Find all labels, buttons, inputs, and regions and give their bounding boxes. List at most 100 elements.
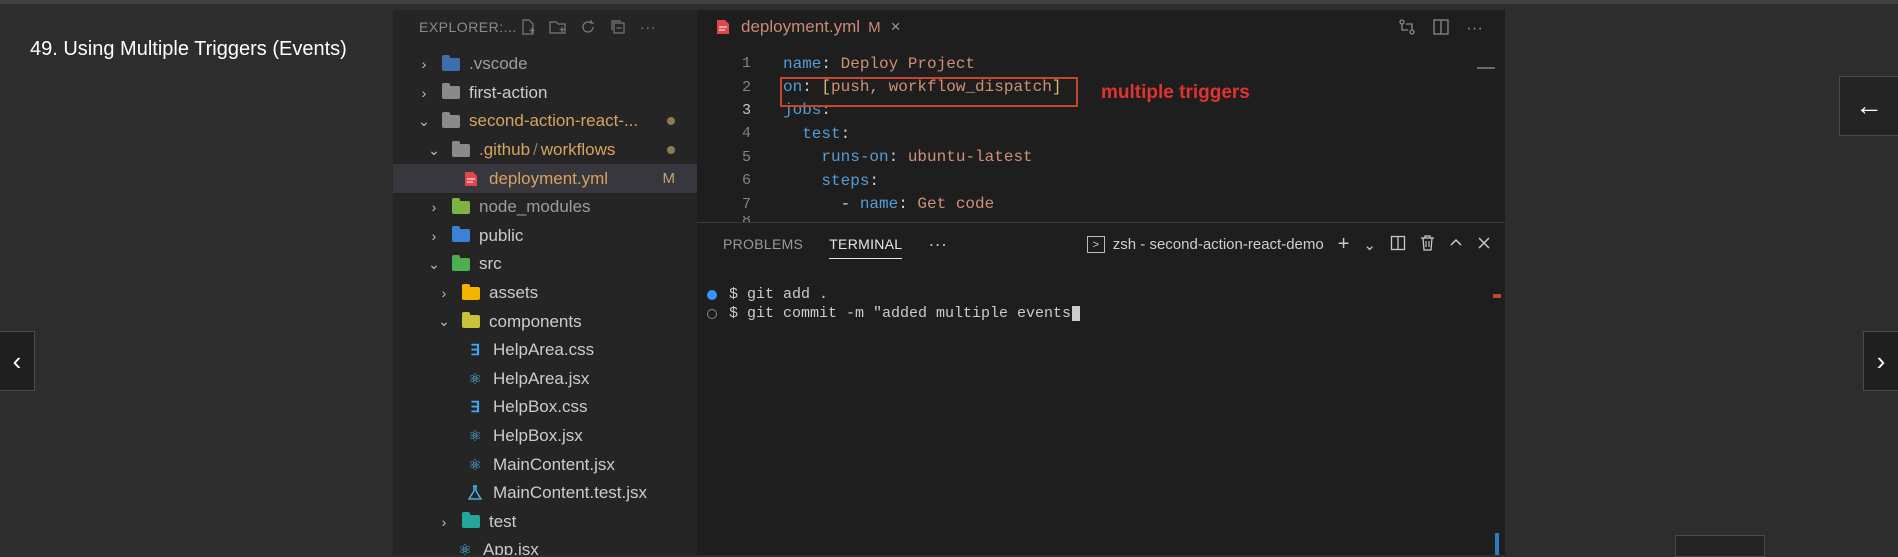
modified-dot-icon bbox=[667, 117, 675, 126]
chevron-right-icon: › bbox=[441, 285, 447, 302]
trash-icon[interactable] bbox=[1420, 234, 1435, 255]
tree-item-assets[interactable]: › assets bbox=[393, 279, 697, 308]
tree-item-src[interactable]: ⌄ src bbox=[393, 250, 697, 279]
tree-label: public bbox=[479, 225, 524, 245]
tree-item-help-box-jsx[interactable]: ⚛ HelpBox.jsx bbox=[393, 422, 697, 451]
tree-item-first-action[interactable]: › first-action bbox=[393, 79, 697, 108]
tree-item-help-area-jsx[interactable]: ⚛ HelpArea.jsx bbox=[393, 365, 697, 394]
scrollbar-thumb[interactable] bbox=[1495, 533, 1499, 555]
tree-label: MainContent.jsx bbox=[493, 454, 615, 474]
folder-open-icon bbox=[441, 111, 461, 129]
collapse-all-icon[interactable] bbox=[609, 18, 627, 36]
line-number: 3 bbox=[741, 101, 751, 119]
terminal-line: $ git commit -m "added multiple events bbox=[707, 304, 1081, 323]
tree-label: .github bbox=[479, 140, 531, 160]
new-folder-icon[interactable] bbox=[549, 18, 567, 36]
close-panel-icon[interactable] bbox=[1477, 236, 1491, 254]
highlight-box bbox=[780, 77, 1078, 107]
tree-item-help-area-css[interactable]: ∃ HelpArea.css bbox=[393, 336, 697, 365]
terminal-icon: > bbox=[1086, 236, 1105, 253]
tree-label: App.jsx bbox=[483, 540, 539, 555]
tree-item-github-workflows[interactable]: ⌄ .github / workflows bbox=[393, 136, 697, 165]
chevron-down-icon: ⌄ bbox=[418, 112, 430, 129]
tab-deployment-yml[interactable]: deployment.yml M × bbox=[697, 10, 901, 44]
tree-item-help-box-css[interactable]: ∃ HelpBox.css bbox=[393, 393, 697, 422]
maximize-panel-icon[interactable] bbox=[1449, 236, 1463, 254]
tree-item-app-jsx[interactable]: ⚛ App.jsx bbox=[393, 536, 697, 555]
terminal-selector[interactable]: > zsh - second-action-react-demo bbox=[1086, 236, 1324, 253]
vscode-folder-icon bbox=[441, 54, 461, 72]
code-line: 4 test: bbox=[697, 122, 1505, 145]
tree-item-public[interactable]: › public bbox=[393, 222, 697, 251]
panel-actions: > zsh - second-action-react-demo + ⌄ bbox=[1086, 233, 1491, 256]
yaml-key: name bbox=[783, 54, 822, 73]
tree-label: assets bbox=[489, 283, 539, 303]
chevron-right-icon: › bbox=[441, 513, 447, 530]
chevron-down-icon: ⌄ bbox=[428, 255, 440, 272]
yaml-value: ubuntu-latest bbox=[907, 148, 1033, 167]
compare-changes-icon[interactable] bbox=[1398, 18, 1416, 41]
chevron-left-icon: ‹ bbox=[12, 345, 22, 376]
terminal-output[interactable]: $ git add . $ git commit -m "added multi… bbox=[707, 285, 1081, 323]
new-terminal-icon[interactable]: + bbox=[1338, 233, 1350, 256]
tree-item-node-modules[interactable]: › node_modules bbox=[393, 193, 697, 222]
tab-modified-badge: M bbox=[868, 18, 881, 36]
yaml-file-icon bbox=[713, 19, 733, 35]
tree-label: workflows bbox=[540, 140, 616, 160]
yaml-key: test bbox=[802, 124, 841, 143]
tree-label: HelpBox.jsx bbox=[493, 426, 583, 446]
public-folder-icon bbox=[451, 226, 471, 244]
path-separator: / bbox=[533, 140, 538, 160]
tree-item-main-content-jsx[interactable]: ⚛ MainContent.jsx bbox=[393, 450, 697, 479]
annotation-label: multiple triggers bbox=[1101, 82, 1250, 103]
editor-actions: ··· bbox=[1398, 18, 1483, 41]
next-lecture-button[interactable]: › bbox=[1863, 331, 1898, 391]
tree-label: components bbox=[489, 311, 582, 331]
github-folder-icon bbox=[451, 140, 471, 158]
chevron-right-icon: › bbox=[431, 199, 437, 216]
top-divider bbox=[0, 0, 1898, 4]
yaml-value: Deploy Project bbox=[840, 54, 976, 73]
test-folder-icon bbox=[461, 512, 481, 530]
tree-label: deployment.yml bbox=[489, 168, 609, 188]
close-icon[interactable]: × bbox=[891, 17, 901, 37]
chevron-down-icon[interactable]: ⌄ bbox=[1363, 236, 1376, 254]
tab-terminal[interactable]: TERMINAL bbox=[829, 230, 903, 259]
terminal-text: $ git commit -m "added multiple events bbox=[729, 305, 1072, 322]
split-editor-icon[interactable] bbox=[1432, 18, 1450, 41]
previous-lecture-button[interactable]: ‹ bbox=[0, 331, 35, 391]
tree-label: src bbox=[479, 254, 502, 274]
refresh-icon[interactable] bbox=[579, 18, 597, 36]
tree-item-components[interactable]: ⌄ components bbox=[393, 307, 697, 336]
new-file-icon[interactable] bbox=[519, 18, 537, 36]
chevron-right-icon: › bbox=[421, 84, 427, 101]
more-tabs-icon[interactable]: ··· bbox=[928, 234, 947, 255]
command-status-dot-icon bbox=[707, 289, 717, 300]
more-actions-icon[interactable]: ··· bbox=[639, 18, 657, 36]
overlay-button-stub[interactable] bbox=[1675, 535, 1765, 557]
tab-problems[interactable]: PROBLEMS bbox=[723, 236, 803, 252]
back-button[interactable]: ← bbox=[1839, 76, 1898, 136]
css-file-icon: ∃ bbox=[470, 342, 480, 360]
react-file-icon: ⚛ bbox=[458, 542, 472, 555]
chevron-right-icon: › bbox=[1876, 345, 1886, 376]
tree-label: first-action bbox=[469, 82, 548, 102]
scrollbar-marker bbox=[1493, 294, 1501, 298]
tree-item-deployment[interactable]: deployment.yml M bbox=[393, 164, 697, 193]
split-terminal-icon[interactable] bbox=[1390, 235, 1406, 255]
yaml-key: steps bbox=[821, 171, 870, 190]
code-line: 1 name: Deploy Project bbox=[697, 52, 1505, 75]
tree-item-main-content-test[interactable]: MainContent.test.jsx bbox=[393, 479, 697, 508]
line-number: 6 bbox=[741, 172, 751, 190]
file-tree: › .vscode › first-action ⌄ second-action… bbox=[393, 50, 697, 555]
tree-item-vscode[interactable]: › .vscode bbox=[393, 50, 697, 79]
tree-item-second-action[interactable]: ⌄ second-action-react-... bbox=[393, 107, 697, 136]
node-folder-icon bbox=[451, 197, 471, 215]
line-number: 2 bbox=[741, 78, 751, 96]
react-file-icon: ⚛ bbox=[468, 456, 482, 474]
react-file-icon: ⚛ bbox=[468, 428, 482, 446]
tree-item-test[interactable]: › test bbox=[393, 508, 697, 537]
yaml-file-icon bbox=[461, 171, 481, 187]
more-actions-icon[interactable]: ··· bbox=[1466, 18, 1483, 41]
tree-label: .vscode bbox=[469, 54, 528, 74]
